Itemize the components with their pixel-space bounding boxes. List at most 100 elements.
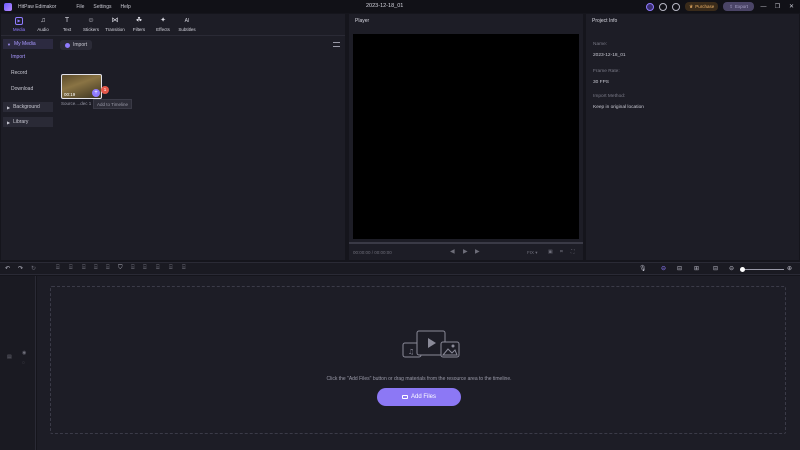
app-logo xyxy=(4,2,12,11)
menu-settings[interactable]: Settings xyxy=(93,4,111,10)
delete-icon[interactable]: ⌸ xyxy=(69,265,73,272)
export-icon: ⇪ xyxy=(729,3,733,9)
import-button[interactable]: Import xyxy=(60,40,93,50)
effects-icon: ✦ xyxy=(160,17,166,24)
folder-icon xyxy=(401,395,408,399)
sidebar-background[interactable]: ▶ Background xyxy=(3,102,53,112)
menu-bar: File Settings Help xyxy=(76,4,130,10)
rotate-icon[interactable]: ⌸ xyxy=(143,265,147,272)
transition-icon: ⋈ xyxy=(111,17,119,24)
sidebar-item-download[interactable]: Download xyxy=(3,82,53,96)
music-icon: ♫ xyxy=(40,17,46,24)
undo-icon[interactable]: ↶ xyxy=(5,265,10,272)
snapshot-icon[interactable]: ▣ xyxy=(548,249,553,255)
project-info-title: Project Info xyxy=(592,18,618,24)
freeze-icon[interactable]: ⌸ xyxy=(106,265,110,272)
sidebar-my-media[interactable]: ▼ My Media xyxy=(3,39,53,49)
crown-icon[interactable] xyxy=(646,2,655,11)
track-icon: ▤ xyxy=(7,354,12,360)
fullscreen-icon[interactable]: ⛶ xyxy=(571,249,575,255)
title-bar: HitPaw Edimakor File Settings Help 2023-… xyxy=(0,0,800,13)
sort-icon[interactable] xyxy=(333,42,340,47)
cart-icon: ♛ xyxy=(689,3,694,9)
zoom-slider[interactable] xyxy=(742,269,784,270)
tab-media[interactable]: ▶ Media xyxy=(7,14,31,32)
sidebar-item-record[interactable]: Record xyxy=(3,66,53,80)
frame-rate-value: 30 FPS xyxy=(593,80,609,85)
menu-file[interactable]: File xyxy=(76,4,84,10)
close-icon[interactable]: ✕ xyxy=(787,3,796,10)
app-name: HitPaw Edimakor xyxy=(18,3,57,10)
timeline-hint: Click the "Add Files" button or drag mat… xyxy=(326,376,512,382)
menu-help[interactable]: Help xyxy=(121,4,131,10)
media-panel: ▶ Media ♫ Audio T Text ☺ Stickers ⋈ Tran… xyxy=(1,14,345,260)
media-sidebar: ▼ My Media Import Record Download ▶ Back… xyxy=(3,39,53,128)
titlebar-actions: ♛ Purchase ⇪ Export — ❐ ✕ xyxy=(646,2,796,11)
zoom-out-icon[interactable]: ⊟ xyxy=(713,265,718,272)
play-icon[interactable]: ▶ xyxy=(463,248,468,255)
tab-text[interactable]: T Text xyxy=(55,14,79,32)
text-to-speech-icon[interactable]: ⌸ xyxy=(156,265,160,272)
more-icon[interactable]: ⌸ xyxy=(182,265,186,272)
download-icon[interactable] xyxy=(659,2,668,11)
snap-icon[interactable]: ⊟ xyxy=(677,265,682,272)
microphone-icon[interactable]: 🎙 xyxy=(639,265,647,272)
project-info-panel: Project Info Name: 2023-12-18_01 Frame R… xyxy=(586,14,799,260)
import-method-value: Keep in original location xyxy=(593,105,644,110)
window-max-icon[interactable]: ❐ xyxy=(773,3,782,10)
prev-frame-icon[interactable]: ◀ xyxy=(450,248,455,255)
speed-icon[interactable]: ⌸ xyxy=(94,265,98,272)
tab-subtitles[interactable]: AI Subtitles xyxy=(175,14,199,32)
mirror-icon[interactable]: ⌸ xyxy=(131,265,135,272)
player-screen[interactable] xyxy=(353,34,579,239)
name-value: 2023-12-18_01 xyxy=(593,53,626,58)
reset-icon[interactable]: ↻ xyxy=(31,265,36,272)
zoom-plus-icon[interactable]: ⊕ xyxy=(787,265,792,272)
redo-icon[interactable]: ↷ xyxy=(18,265,23,272)
seek-bar[interactable] xyxy=(349,242,583,244)
zoom-minus-icon[interactable]: ⊖ xyxy=(729,265,734,272)
eye-icon[interactable]: ◉ xyxy=(22,350,26,356)
shield-icon[interactable]: ⛉ xyxy=(118,265,123,272)
media-icon: ▶ xyxy=(15,17,23,25)
player-title: Player xyxy=(355,18,370,24)
export-button[interactable]: ⇪ Export xyxy=(723,2,754,11)
media-clip-thumbnail[interactable]: 00:19 + xyxy=(61,74,102,99)
name-label: Name: xyxy=(593,42,608,47)
caret-right-icon: ▶ xyxy=(7,119,11,125)
timeline-dropzone[interactable]: ♫ Click the "Add Files" button or drag m… xyxy=(50,286,786,434)
tab-audio[interactable]: ♫ Audio xyxy=(31,14,55,32)
sidebar-library[interactable]: ▶ Library xyxy=(3,117,53,127)
tab-filters[interactable]: ☘ Filters xyxy=(127,14,151,32)
split-icon[interactable]: ⌸ xyxy=(56,265,60,272)
add-to-timeline-icon[interactable]: + xyxy=(92,89,100,97)
plus-icon xyxy=(65,42,70,48)
clip-count-badge: 1 xyxy=(101,86,109,94)
magnet-icon[interactable]: ⊞ xyxy=(694,265,699,272)
clip-name: Source....dec 1 xyxy=(61,101,92,106)
purchase-label: Purchase xyxy=(695,4,715,9)
tooltip: Add to Timeline xyxy=(93,99,133,109)
tab-stickers[interactable]: ☺ Stickers xyxy=(79,14,103,32)
window-min-icon[interactable]: — xyxy=(759,4,768,10)
crop-icon[interactable]: ⌗ xyxy=(560,249,563,255)
subtitle-icon[interactable]: ⌸ xyxy=(169,265,173,272)
tab-transition[interactable]: ⋈ Transition xyxy=(103,14,127,32)
caret-right-icon: ▶ xyxy=(7,104,11,110)
fit-dropdown[interactable]: FIX ▾ xyxy=(527,250,538,256)
sticker-icon: ☺ xyxy=(87,17,95,24)
text-icon: T xyxy=(64,17,70,24)
sidebar-item-import[interactable]: Import xyxy=(3,50,53,64)
clip-duration: 00:19 xyxy=(64,92,76,97)
add-files-button[interactable]: Add Files xyxy=(377,388,461,406)
link-icon[interactable]: ⊖ xyxy=(661,265,666,272)
next-frame-icon[interactable]: ▶ xyxy=(475,248,480,255)
smile-icon[interactable] xyxy=(672,2,681,11)
timeline-toolbar: ↶ ↷ ↻ ⌸ ⌸ ⌸ ⌸ ⌸ ⛉ ⌸ ⌸ ⌸ ⌸ ⌸ 🎙 ⊖ ⊟ ⊞ ⊟ ⊖ … xyxy=(0,262,800,275)
crop-clip-icon[interactable]: ⌸ xyxy=(82,265,86,272)
tab-effects[interactable]: ✦ Effects xyxy=(151,14,175,32)
purchase-button[interactable]: ♛ Purchase xyxy=(685,2,719,11)
lock-icon[interactable]: ◌ xyxy=(22,360,25,366)
zoom-slider-handle[interactable] xyxy=(740,267,745,272)
export-label: Export xyxy=(734,4,748,9)
